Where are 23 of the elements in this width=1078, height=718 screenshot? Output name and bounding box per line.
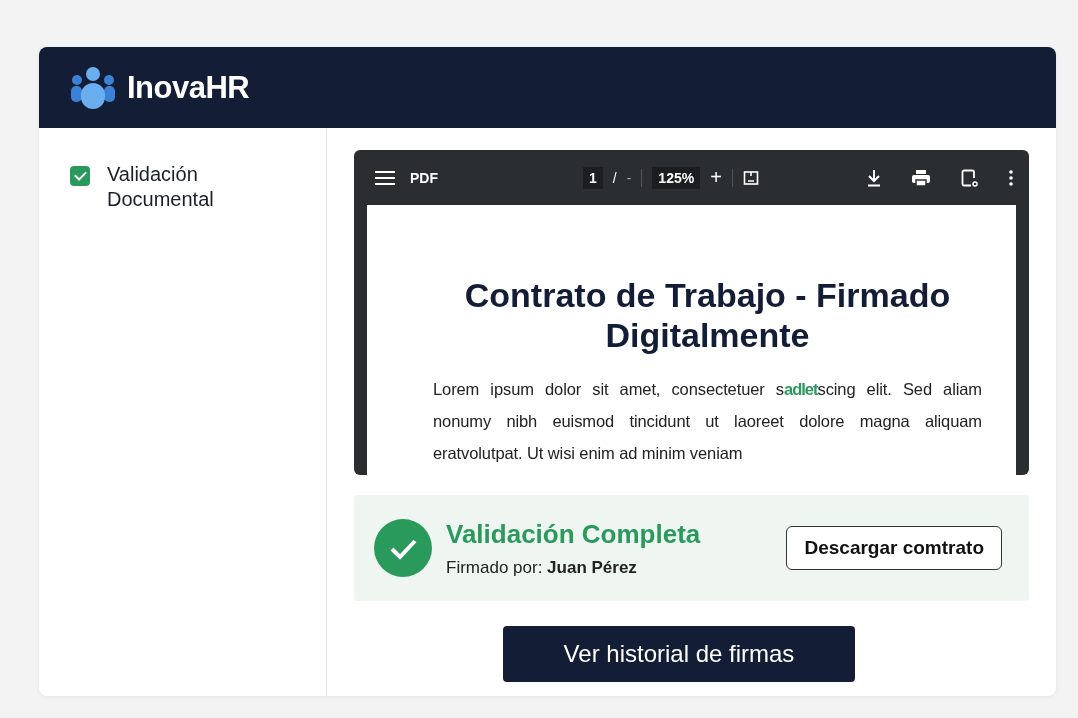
print-icon[interactable] <box>911 168 931 187</box>
check-circle-icon <box>374 519 432 577</box>
menu-icon[interactable] <box>375 169 395 186</box>
checkbox[interactable] <box>70 166 90 186</box>
document-paragraph: Lorem ipsum dolor sit amet, consectetuer sadletscing elit. Sed aliam nonumy nibh euismod tincidunt ut laoreet dolore magna aliquam eratvolutpat. Ut wisi enim ad minim veniam <box>433 379 982 464</box>
zoom-field[interactable]: 125% <box>652 166 701 189</box>
fit-page-icon[interactable] <box>742 169 759 186</box>
signed-by-text: Firmado por: Juan Pérez <box>446 557 638 578</box>
document-title: Contrato de Trabajo - Firmado Digitalmente <box>463 275 952 355</box>
people-logo-icon <box>69 65 117 110</box>
validation-title: Validación Completa <box>446 518 701 550</box>
viewer-title: PDF <box>410 169 438 186</box>
more-options-icon[interactable] <box>1009 169 1013 186</box>
page-number-field[interactable]: 1 <box>583 166 603 189</box>
signature-history-button[interactable]: Ver historial de firmas <box>503 626 855 682</box>
sidebar-item[interactable]: Validación Documental <box>107 162 247 212</box>
app-logo-text: InovaHR <box>127 69 250 106</box>
page-separator: / <box>612 169 617 186</box>
zoom-out-button[interactable]: - <box>626 169 632 186</box>
download-icon[interactable] <box>867 168 881 187</box>
download-contract-button[interactable]: Descargar comtrato <box>786 526 1002 570</box>
document-icon[interactable] <box>961 168 979 187</box>
zoom-in-button[interactable]: + <box>710 166 722 189</box>
